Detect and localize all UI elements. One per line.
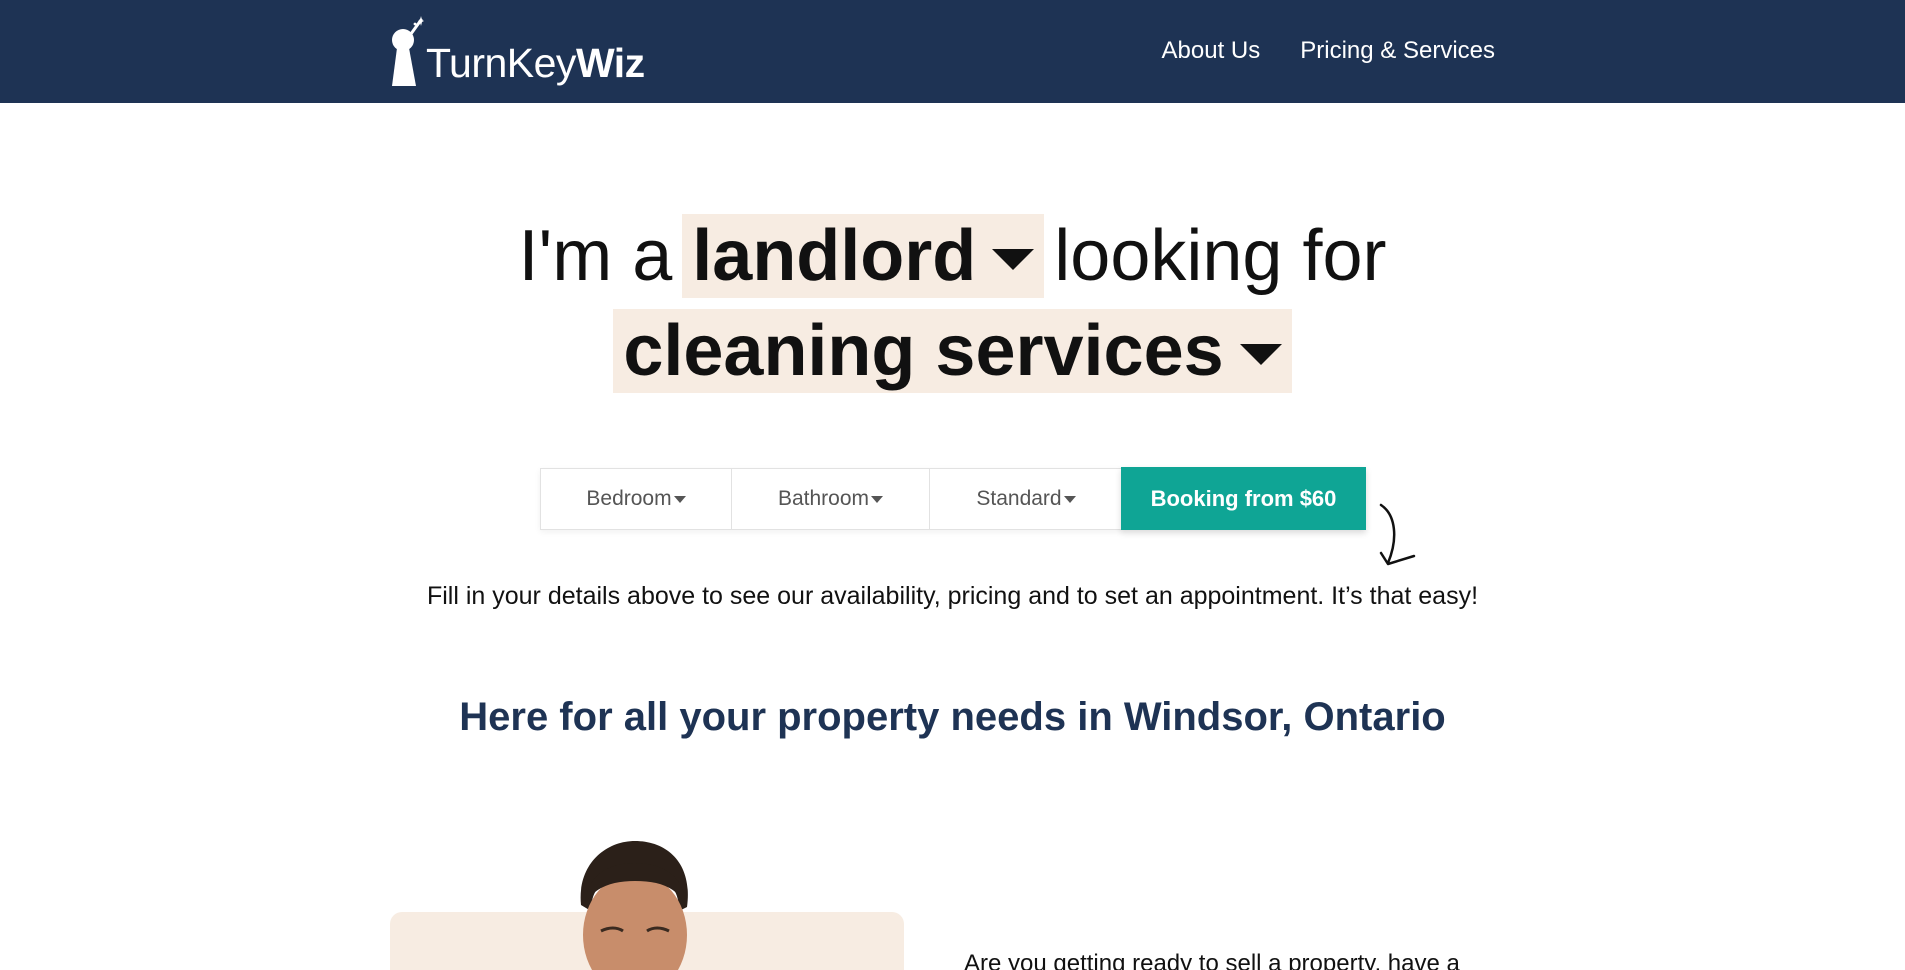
nav-about-us[interactable]: About Us (1162, 37, 1261, 65)
caret-down-icon (1239, 343, 1282, 365)
helper-text: Fill in your details above to see our av… (426, 582, 1479, 610)
caret-down-icon (1063, 495, 1076, 503)
curved-arrow-icon (1379, 503, 1416, 566)
role-value: landlord (692, 216, 977, 296)
bathroom-label: Bathroom (777, 487, 870, 510)
caret-down-icon (992, 248, 1035, 270)
booking-form: Bedroom Bathroom Standard (540, 468, 1123, 530)
role-dropdown[interactable]: landlord (682, 214, 1045, 298)
turnkeywiz-logo[interactable]: TurnKeyWiz (388, 14, 645, 88)
wizard-keyhole-icon (392, 16, 424, 86)
section-title: Here for all your property needs in Wind… (459, 695, 1446, 739)
hero-line-2: cleaning services (0, 309, 1905, 393)
plan-select[interactable]: Standard (930, 469, 1122, 529)
hero-prefix: I'm a (518, 216, 673, 296)
bedroom-label: Bedroom (586, 487, 672, 510)
plan-label: Standard (976, 487, 1062, 510)
caret-down-icon (871, 495, 884, 503)
site-header: TurnKeyWiz About Us Pricing & Services (0, 0, 1905, 103)
service-value: cleaning services (623, 311, 1224, 391)
nav-pricing-services[interactable]: Pricing & Services (1300, 37, 1495, 65)
booking-button[interactable]: Booking from $60 (1121, 467, 1366, 530)
main-nav: About Us Pricing & Services (1162, 37, 1495, 65)
hero-connector: looking for (1054, 216, 1387, 296)
caret-down-icon (673, 495, 686, 503)
person-photo (580, 841, 688, 970)
bathroom-select[interactable]: Bathroom (732, 469, 930, 529)
bedroom-select[interactable]: Bedroom (541, 469, 732, 529)
intro-text: Are you getting ready to sell a property… (964, 950, 1460, 970)
logo-wordmark: TurnKeyWiz (426, 40, 645, 86)
service-dropdown[interactable]: cleaning services (613, 309, 1292, 393)
hero-line-1: I'm a landlord looking for (0, 214, 1905, 298)
